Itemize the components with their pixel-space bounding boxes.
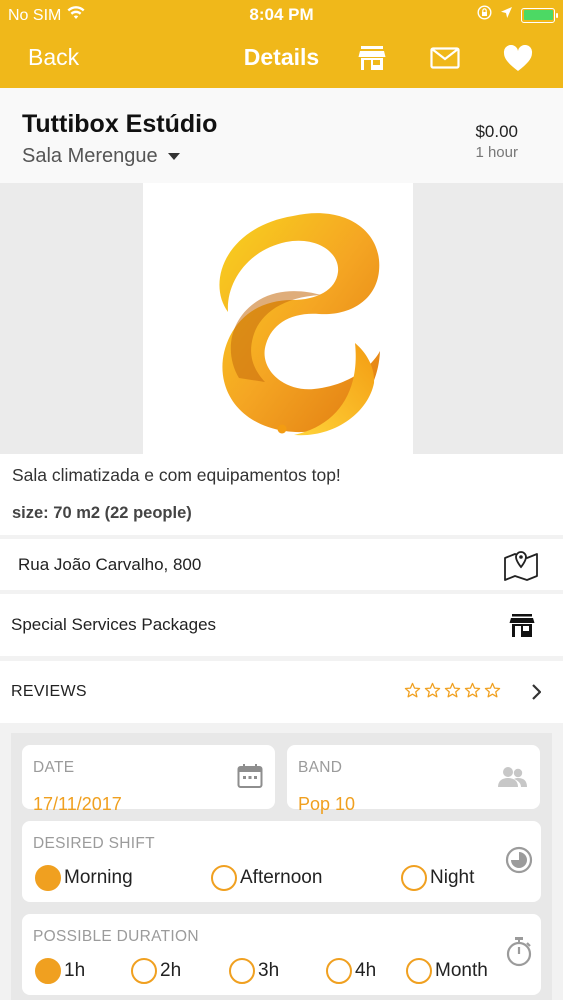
room-description: Sala climatizada e com equipamentos top! — [12, 465, 341, 485]
date-value: 17/11/2017 — [33, 794, 122, 814]
shift-option-label: Afternoon — [240, 867, 323, 888]
store-icon[interactable] — [356, 42, 388, 74]
duration-option-4h[interactable]: 4h — [326, 958, 376, 984]
price: $0.00 — [475, 122, 518, 141]
radio-circle — [35, 958, 61, 984]
store-icon — [509, 614, 535, 642]
reviews-row[interactable]: REVIEWS — [0, 661, 563, 723]
chevron-right-icon — [531, 684, 542, 705]
mail-icon[interactable] — [429, 42, 461, 74]
room-name: Sala Merengue — [22, 145, 158, 167]
star-icon — [424, 682, 441, 704]
duration-option-3h[interactable]: 3h — [229, 958, 279, 984]
radio-circle — [326, 958, 352, 984]
radio-circle — [229, 958, 255, 984]
caret-down-icon — [167, 153, 180, 160]
favorite-heart-icon[interactable] — [502, 42, 534, 74]
calendar-icon — [237, 763, 263, 794]
room-size: size: 70 m2 (22 people) — [12, 504, 192, 522]
special-services-label: Special Services Packages — [11, 615, 217, 634]
page-title: Details — [243, 44, 320, 70]
battery-icon — [521, 7, 558, 23]
reviews-label: REVIEWS — [11, 683, 87, 700]
room-selector[interactable]: Sala Merengue — [22, 145, 180, 168]
studio-name: Tuttibox Estúdio — [22, 110, 218, 138]
shift-option-label: Night — [430, 867, 475, 888]
shift-option-night[interactable]: Night — [401, 865, 474, 891]
duration-option-label: 1h — [64, 960, 86, 981]
description-section: Sala climatizada e com equipamentos top!… — [0, 454, 563, 535]
radio-circle — [35, 865, 61, 891]
studio-image-carousel[interactable] — [0, 183, 563, 454]
duration-option-label: Month — [435, 960, 488, 981]
star-icon — [404, 682, 421, 704]
radio-circle — [401, 865, 427, 891]
band-value: Pop 10 — [298, 794, 356, 814]
duration-option-label: 4h — [355, 960, 377, 981]
address-row[interactable]: Rua João Carvalho, 800 — [0, 539, 563, 590]
date-label: DATE — [33, 759, 75, 776]
star-icon — [464, 682, 481, 704]
studio-header: Tuttibox Estúdio Sala Merengue $0.00 1 h… — [0, 88, 563, 183]
shift-option-afternoon[interactable]: Afternoon — [211, 865, 322, 891]
shift-option-morning[interactable]: Morning — [35, 865, 133, 891]
nav-bar: Back Details — [0, 30, 563, 88]
booking-form: DATE 17/11/2017 BAND Pop 10 DESIRED SHIF… — [11, 733, 552, 1000]
back-button[interactable]: Back — [28, 44, 79, 71]
duration-option-1h[interactable]: 1h — [35, 958, 85, 984]
desired-shift-field: DESIRED SHIFT Morning Afternoon Night — [22, 821, 541, 902]
band-field[interactable]: BAND Pop 10 — [287, 745, 540, 814]
map-pin-icon[interactable] — [503, 548, 539, 587]
radio-circle — [131, 958, 157, 984]
studio-logo-image — [143, 183, 413, 454]
rating-stars — [404, 682, 501, 704]
desired-shift-label: DESIRED SHIFT — [33, 835, 155, 852]
star-icon — [444, 682, 461, 704]
star-icon — [484, 682, 501, 704]
status-bar: No SIM 8:04 PM — [0, 0, 563, 30]
special-services-row[interactable]: Special Services Packages — [0, 594, 563, 656]
orientation-lock-icon — [477, 5, 492, 25]
duration-option-month[interactable]: Month — [406, 958, 488, 984]
shift-option-label: Morning — [64, 867, 133, 888]
address-text: Rua João Carvalho, 800 — [18, 554, 202, 574]
radio-circle — [406, 958, 432, 984]
possible-duration-label: POSSIBLE DURATION — [33, 928, 199, 945]
price-duration: 1 hour — [475, 144, 518, 161]
date-field[interactable]: DATE 17/11/2017 — [22, 745, 275, 814]
possible-duration-field: POSSIBLE DURATION 1h 2h 3h 4h Month — [22, 914, 541, 995]
duration-option-label: 3h — [258, 960, 280, 981]
clock-half-icon — [505, 846, 533, 879]
radio-circle — [211, 865, 237, 891]
duration-option-2h[interactable]: 2h — [131, 958, 181, 984]
people-group-icon — [496, 765, 528, 794]
location-arrow-icon — [500, 6, 513, 24]
band-label: BAND — [298, 759, 343, 776]
duration-option-label: 2h — [160, 960, 182, 981]
stopwatch-icon — [505, 936, 533, 973]
